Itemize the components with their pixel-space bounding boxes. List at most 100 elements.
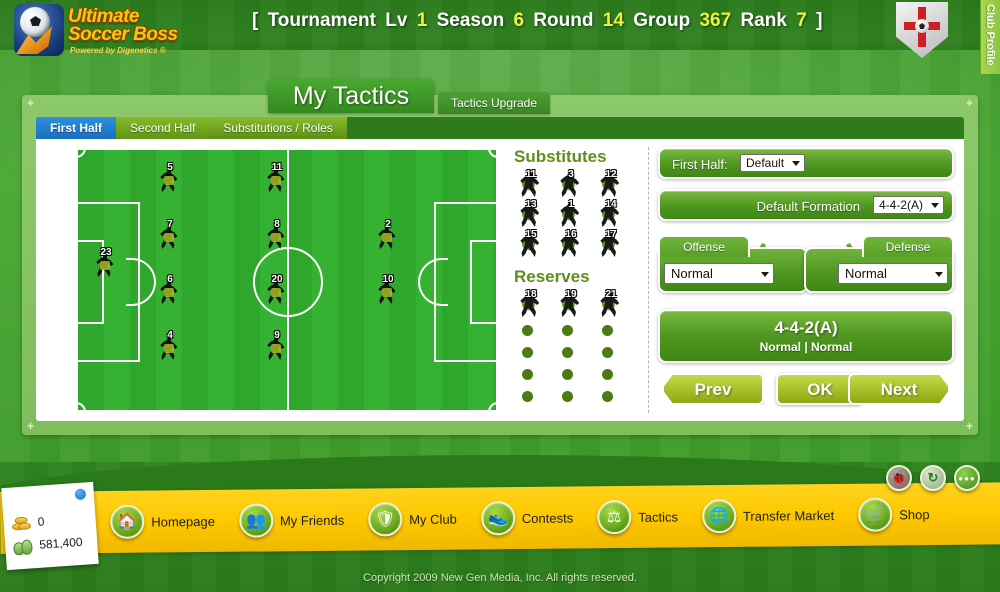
logo-line-2: Soccer Boss [68, 24, 178, 45]
nav-item-my-club[interactable]: 🛡 My Club [368, 502, 457, 537]
chevron-down-icon [931, 203, 939, 208]
substitute-slot-15[interactable]: 15 [514, 229, 554, 259]
defense-select[interactable]: Normal [838, 263, 948, 284]
empty-reserve-slot[interactable] [514, 319, 554, 341]
pitch-player-9[interactable]: 9 [264, 331, 290, 361]
empty-slot-dot-icon [522, 391, 533, 402]
substitute-slot-14[interactable]: 14 [594, 199, 634, 229]
pitch-player-10[interactable]: 10 [375, 275, 401, 305]
player-number: 8 [274, 219, 280, 230]
pitch-player-7[interactable]: 7 [157, 220, 183, 250]
player-number: 21 [605, 289, 617, 300]
bug-icon[interactable]: 🐞 [886, 465, 912, 491]
reserves-grid[interactable]: 18 19 21 [514, 289, 644, 319]
nav-item-label: My Friends [279, 512, 345, 528]
reserve-slot-19[interactable]: 19 [554, 289, 594, 319]
substitute-slot-3[interactable]: 3 [554, 169, 594, 199]
corner-plus-icon: + [26, 96, 34, 110]
empty-reserve-slot[interactable] [594, 363, 634, 385]
empty-reserve-slot[interactable] [594, 385, 634, 407]
nav-item-transfer-market[interactable]: 🌐 Transfer Market [701, 498, 835, 534]
nav-item-shop[interactable]: 🛒 Shop [858, 497, 930, 532]
player-kit [100, 261, 110, 270]
substitute-slot-16[interactable]: 16 [554, 229, 594, 259]
app-logo[interactable]: Ultimate Soccer Boss Powered by Digeneti… [14, 4, 184, 60]
status-close-bracket: ] [816, 10, 823, 31]
empty-reserve-slot[interactable] [554, 319, 594, 341]
formation-select[interactable]: 4-4-2(A) [872, 196, 944, 214]
globe-icon: 🌐 [701, 498, 737, 534]
tactics-upgrade-button[interactable]: Tactics Upgrade [438, 92, 550, 114]
player-number: 6 [167, 274, 173, 285]
offense-panel: Offense Normal [658, 235, 808, 293]
player-number: 14 [605, 199, 617, 210]
tab-first-half[interactable]: First Half [36, 117, 117, 139]
empty-reserve-grid[interactable] [514, 319, 644, 407]
tab-substitutions-roles[interactable]: Substitutions / Roles [209, 117, 347, 139]
substitutes-heading: Substitutes [514, 147, 607, 166]
player-number: 4 [167, 330, 173, 341]
tactics-pitch[interactable]: 23 5 7 6 4 11 8 20 9 2 10 [76, 148, 498, 412]
next-button[interactable]: Next [848, 373, 950, 405]
pitch-player-6[interactable]: 6 [157, 275, 183, 305]
club-crest-icon[interactable] [896, 2, 948, 58]
pitch-player-11[interactable]: 11 [264, 163, 290, 193]
empty-slot-dot-icon [562, 369, 573, 380]
copyright-text: Copyright 2009 New Gen Media, Inc. All r… [363, 572, 637, 584]
club-profile-tab[interactable]: Club Profile [980, 0, 1000, 74]
nav-item-label: Tactics [638, 508, 678, 525]
first-half-preset-select[interactable]: Default [740, 154, 806, 172]
status-value-lv: 1 [416, 10, 428, 31]
tournament-status-bar: [ Tournament Lv 1 Season 6 Round 14 Grou… [250, 10, 822, 40]
pitch-player-23[interactable]: 23 [93, 248, 119, 278]
empty-reserve-slot[interactable] [554, 363, 594, 385]
pitch-player-4[interactable]: 4 [157, 331, 183, 361]
vertical-divider [648, 147, 649, 413]
substitute-slot-1[interactable]: 1 [554, 199, 594, 229]
pitch-player-8[interactable]: 8 [264, 220, 290, 250]
empty-reserve-slot[interactable] [594, 319, 634, 341]
nav-item-my-friends[interactable]: 👥 My Friends [238, 503, 345, 538]
substitute-slot-13[interactable]: 13 [514, 199, 554, 229]
cash-balance: 581,400 [38, 534, 84, 552]
first-half-label: First Half: [672, 157, 728, 172]
nav-item-contests[interactable]: 👟 Contests [480, 500, 574, 536]
empty-reserve-slot[interactable] [514, 341, 554, 363]
offense-select[interactable]: Normal [664, 263, 774, 284]
chat-icon[interactable]: ●●● [954, 465, 980, 491]
empty-reserve-slot[interactable] [594, 341, 634, 363]
bottom-navigation: 🏠 Homepage 👥 My Friends 🛡 My Club 👟 Contests ⚖ Ta… [0, 482, 1000, 554]
player-number: 18 [525, 289, 537, 300]
empty-reserve-slot[interactable] [554, 341, 594, 363]
empty-reserve-slot[interactable] [514, 363, 554, 385]
tab-second-half[interactable]: Second Half [116, 117, 210, 139]
empty-slot-dot-icon [562, 391, 573, 402]
empty-reserve-slot[interactable] [554, 385, 594, 407]
offense-defense-row: Offense Normal Defense Normal [658, 233, 954, 293]
wallet-panel[interactable]: 0 581,400 [1, 481, 99, 571]
logo-ball-icon [14, 4, 64, 56]
boot-icon: 👟 [480, 501, 516, 536]
defense-panel: Defense Normal [804, 235, 954, 293]
nav-item-homepage[interactable]: 🏠 Homepage [110, 504, 215, 539]
substitutes-grid[interactable]: 11 3 12 13 1 14 15 16 17 [514, 169, 644, 259]
empty-reserve-slot[interactable] [514, 385, 554, 407]
nav-item-tactics[interactable]: ⚖ Tactics [597, 499, 678, 535]
player-kit [164, 344, 174, 353]
substitute-slot-17[interactable]: 17 [594, 229, 634, 259]
chevron-down-icon [935, 271, 943, 277]
player-number: 16 [565, 229, 577, 240]
pitch-player-2[interactable]: 2 [375, 220, 401, 250]
reserve-slot-21[interactable]: 21 [594, 289, 634, 319]
corner-plus-icon: + [26, 419, 34, 433]
substitute-slot-11[interactable]: 11 [514, 169, 554, 199]
pitch-player-20[interactable]: 20 [264, 275, 290, 305]
status-value-rank: 7 [796, 10, 807, 31]
prev-button[interactable]: Prev [662, 373, 764, 405]
sync-icon[interactable]: ↻ [920, 465, 946, 491]
player-number: 15 [525, 229, 537, 240]
reserve-slot-18[interactable]: 18 [514, 289, 554, 319]
pitch-player-5[interactable]: 5 [157, 163, 183, 193]
main-panel: + + + + First Half Second Half Substitut… [22, 95, 978, 435]
substitute-slot-12[interactable]: 12 [594, 169, 634, 199]
